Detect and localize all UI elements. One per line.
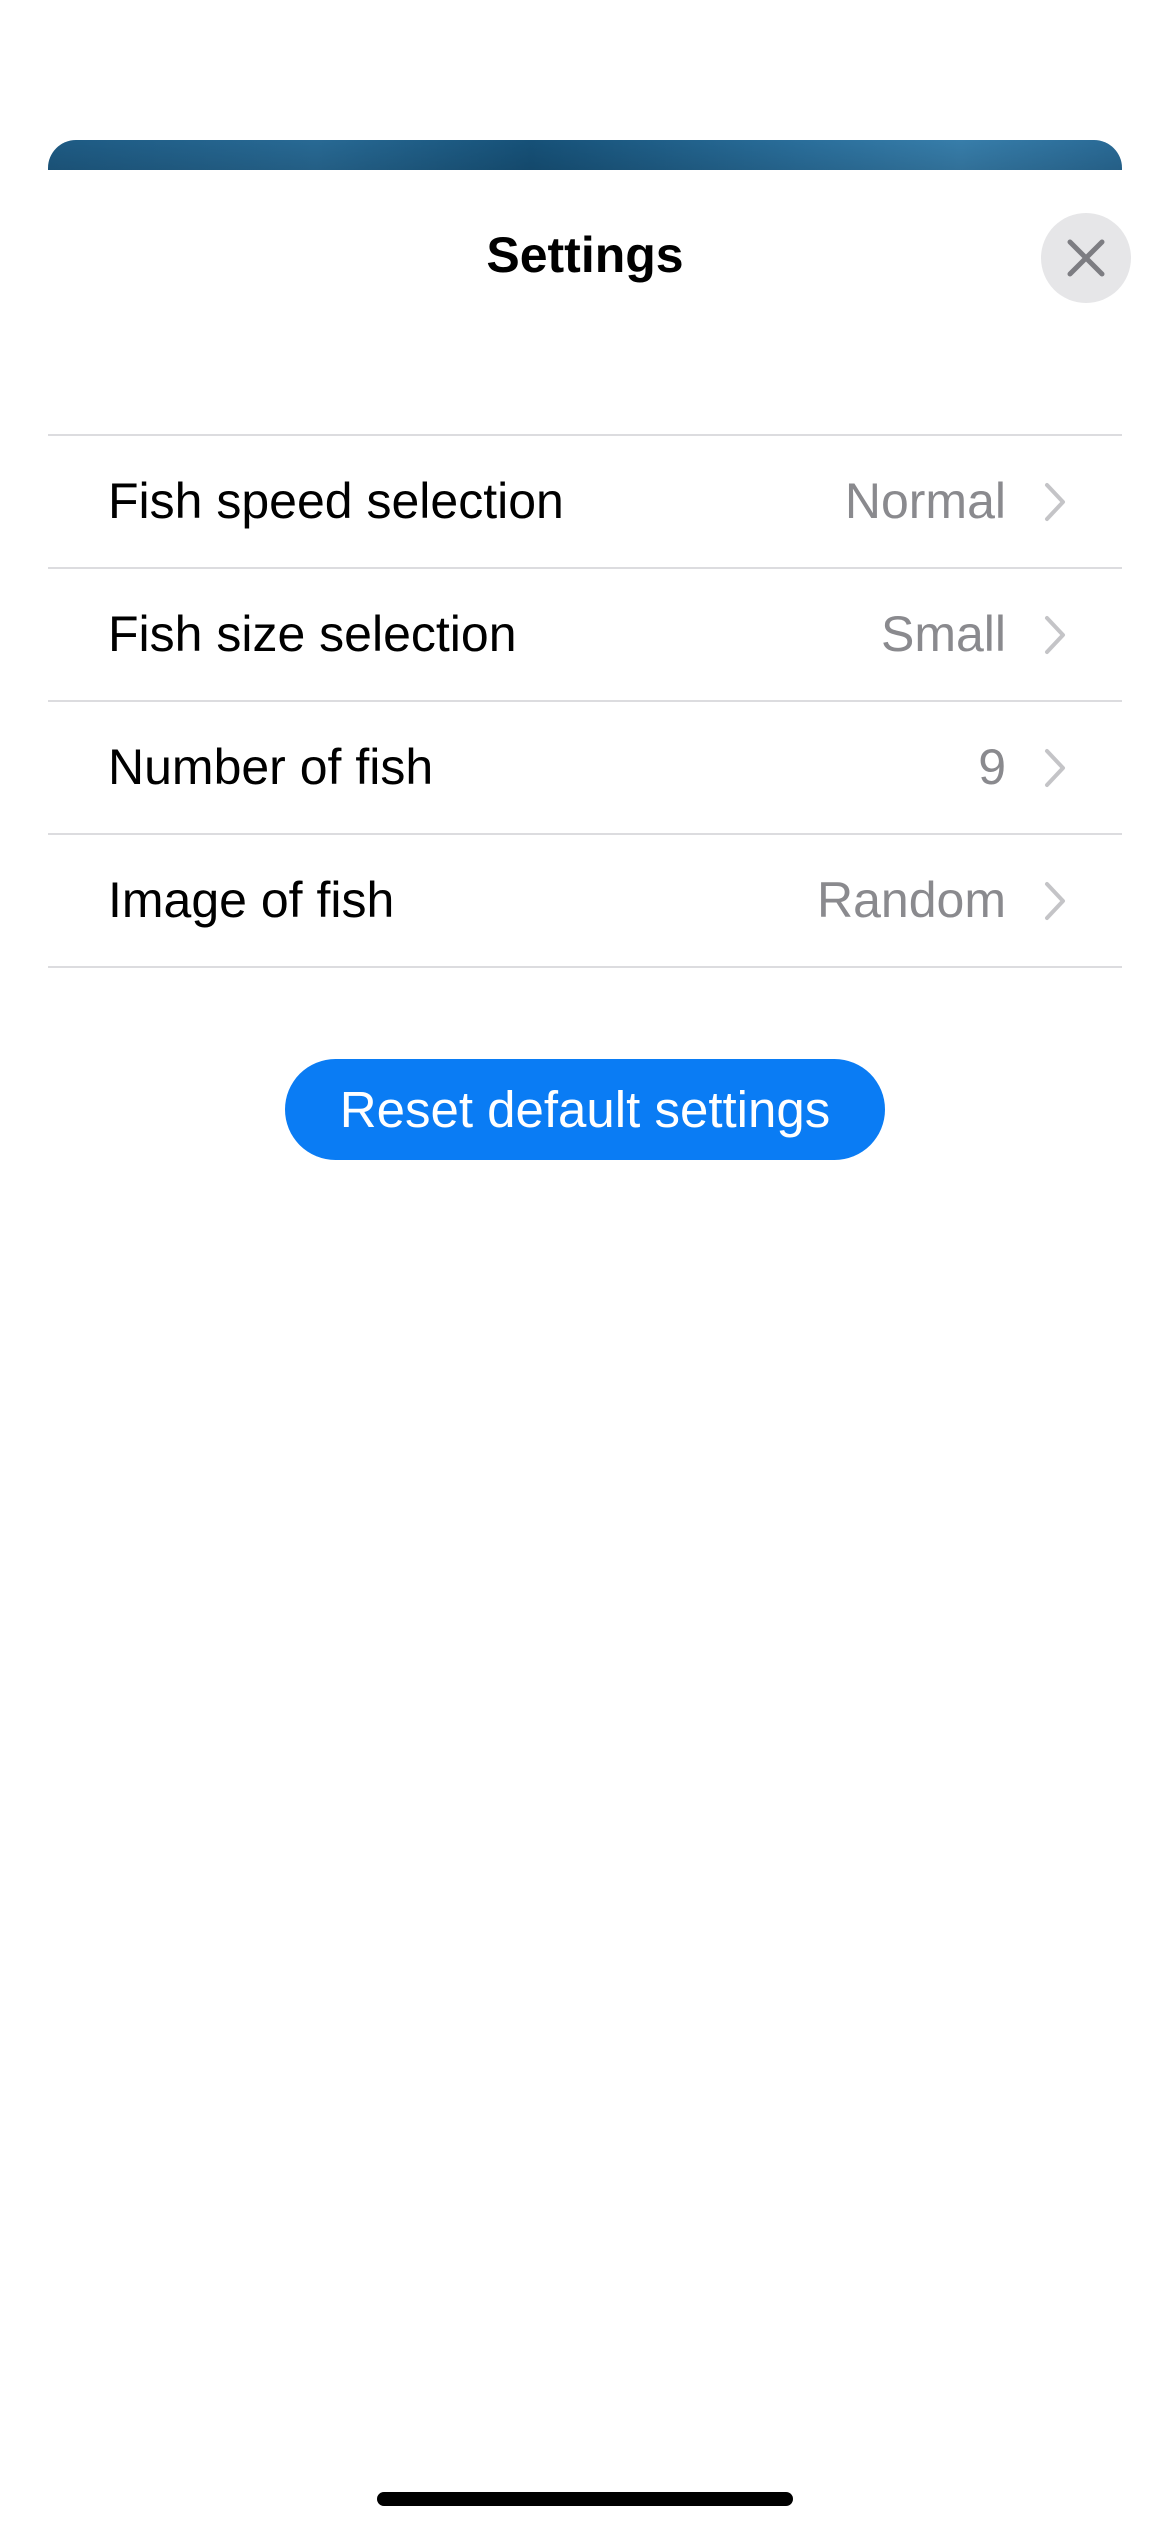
chevron-right-icon bbox=[1045, 749, 1065, 787]
fish-image-row[interactable]: Image of fish Random bbox=[48, 835, 1122, 968]
chevron-right-icon bbox=[1045, 882, 1065, 920]
home-indicator[interactable] bbox=[377, 2492, 793, 2506]
settings-list: Fish speed selection Normal Fish size se… bbox=[48, 434, 1122, 968]
page-title: Settings bbox=[486, 227, 684, 283]
fish-size-row[interactable]: Fish size selection Small bbox=[48, 569, 1122, 702]
chevron-right-icon bbox=[1045, 483, 1065, 521]
setting-label: Fish speed selection bbox=[108, 473, 564, 529]
fish-speed-row[interactable]: Fish speed selection Normal bbox=[48, 436, 1122, 569]
setting-value: 9 bbox=[978, 739, 1006, 795]
setting-label: Fish size selection bbox=[108, 606, 517, 662]
background-sheet-shade bbox=[48, 140, 1122, 170]
reset-default-settings-button[interactable]: Reset default settings bbox=[285, 1059, 885, 1160]
setting-value: Small bbox=[880, 606, 1006, 662]
setting-label: Number of fish bbox=[108, 739, 434, 795]
setting-value: Normal bbox=[844, 473, 1006, 529]
chevron-right-icon bbox=[1045, 616, 1065, 654]
close-icon bbox=[1067, 239, 1105, 277]
settings-header: Settings bbox=[0, 170, 1170, 340]
setting-label: Image of fish bbox=[108, 872, 395, 928]
fish-count-row[interactable]: Number of fish 9 bbox=[48, 702, 1122, 835]
close-button[interactable] bbox=[1041, 213, 1131, 303]
setting-value: Random bbox=[817, 872, 1006, 928]
